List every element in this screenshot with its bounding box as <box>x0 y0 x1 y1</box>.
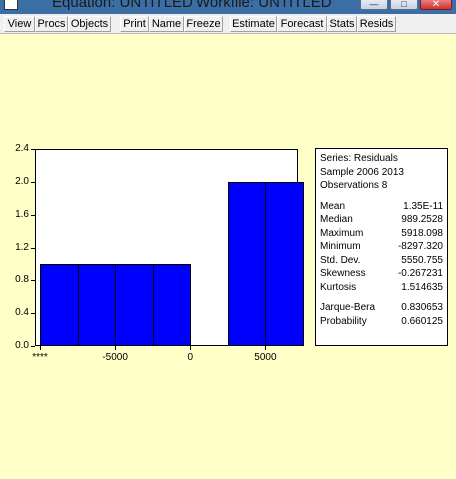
y-tick-label: 0.0 <box>15 340 29 351</box>
stat-std-dev: Std. Dev. 5550.755 <box>320 254 443 266</box>
y-tick <box>31 149 35 150</box>
y-tick <box>31 181 35 183</box>
stat-mean: Mean 1.35E-11 <box>320 200 443 212</box>
stats-series-name: Series: Residuals <box>320 153 398 164</box>
stats-sample: Sample 2006 2013 <box>320 166 404 178</box>
x-tick <box>265 346 267 350</box>
maximize-icon: □ <box>401 0 407 9</box>
resids-button[interactable]: Resids <box>357 16 396 32</box>
stat-maximum: Maximum 5918.098 <box>320 227 443 239</box>
objects-button[interactable]: Objects <box>68 16 111 32</box>
histogram-bar <box>227 181 267 346</box>
minimize-button[interactable]: — <box>360 0 388 10</box>
y-tick-label: 2.0 <box>15 175 29 187</box>
x-tick <box>40 346 41 350</box>
x-tick-label: 5000 <box>254 352 277 363</box>
y-tick <box>31 313 35 315</box>
x-tick-label: 0 <box>187 352 194 363</box>
stats-observations: Observations 8 <box>320 180 388 191</box>
x-tick-label: **** <box>32 352 48 363</box>
y-tick-label: 1.6 <box>15 208 29 220</box>
toolbar: View Procs Objects Print Name Freeze Est… <box>0 14 456 34</box>
x-tick-label: -5000 <box>102 352 128 363</box>
x-tick <box>115 346 117 350</box>
close-button[interactable]: ✕ <box>420 0 452 10</box>
window-title: Equation: UNTITLED <box>52 0 193 11</box>
stat-jarque-bera: Jarque-Bera 0.830653 <box>320 302 443 313</box>
descriptive-stats-box: Series: Residuals Sample 2006 2013 Obser… <box>315 148 448 346</box>
stat-kurtosis: Kurtosis 1.514635 <box>320 281 443 293</box>
stat-skewness: Skewness -0.267231 <box>320 268 443 279</box>
y-tick <box>31 280 35 282</box>
view-button[interactable]: View <box>4 16 35 32</box>
stat-median: Median 989.2528 <box>320 214 443 225</box>
print-button[interactable]: Print <box>120 16 149 32</box>
minimize-icon: — <box>369 0 379 9</box>
y-tick <box>31 346 35 347</box>
estimate-button[interactable]: Estimate <box>230 16 277 32</box>
y-tick-label: 2.4 <box>15 143 29 154</box>
freeze-button[interactable]: Freeze <box>184 16 223 32</box>
close-icon: ✕ <box>431 0 441 10</box>
stat-probability: Probability 0.660125 <box>320 315 443 327</box>
name-button[interactable]: Name <box>149 16 184 32</box>
y-tick-label: 0.8 <box>15 274 29 286</box>
maximize-button[interactable]: □ <box>390 0 418 10</box>
forecast-button[interactable]: Forecast <box>277 16 327 32</box>
y-tick-label: 0.4 <box>15 307 29 319</box>
title-bar: Equation: UNTITLED Workfile: UNTITLED — … <box>0 0 456 14</box>
x-tick <box>190 346 192 350</box>
histogram-bar <box>40 263 79 346</box>
y-tick <box>31 214 35 216</box>
y-tick-label: 1.2 <box>15 241 29 253</box>
histogram-bar <box>77 263 117 346</box>
histogram-bar <box>152 263 192 346</box>
app-icon[interactable] <box>4 0 18 10</box>
histogram-bar <box>115 263 154 346</box>
histogram-bar <box>265 181 304 346</box>
stats-button[interactable]: Stats <box>327 16 357 32</box>
procs-button[interactable]: Procs <box>35 16 68 32</box>
workfile-title: Workfile: UNTITLED <box>196 0 332 11</box>
stat-minimum: Minimum -8297.320 <box>320 241 443 252</box>
y-tick <box>31 247 35 249</box>
